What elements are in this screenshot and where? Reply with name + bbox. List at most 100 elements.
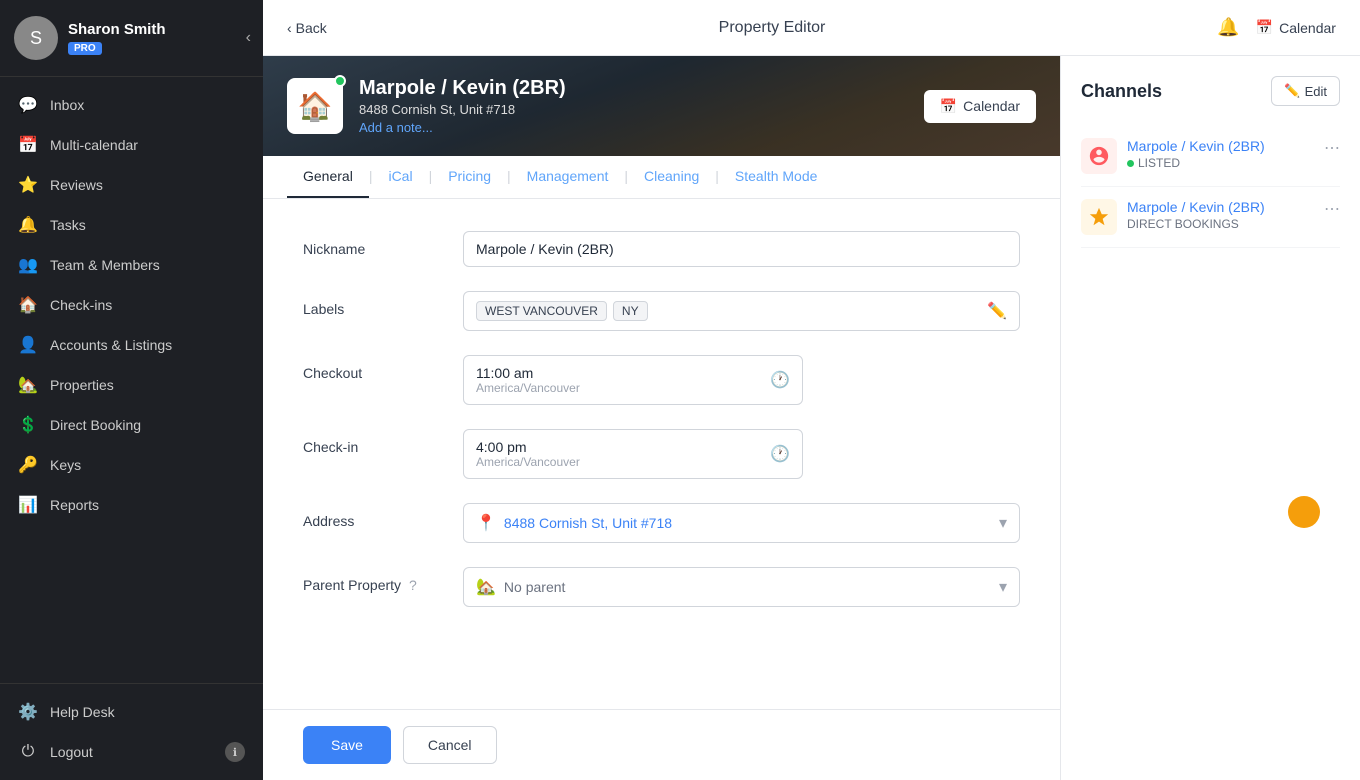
checkin-time: 4:00 pm: [476, 439, 580, 455]
accounts-icon: 👤: [18, 335, 38, 355]
channels-edit-button[interactable]: ✏️ Edit: [1271, 76, 1340, 106]
checkout-time-info: 11:00 am America/Vancouver: [476, 365, 580, 395]
sidebar-item-checkins[interactable]: 🏠 Check-ins: [0, 285, 263, 325]
airbnb-logo: [1081, 138, 1117, 174]
sidebar-item-label: Inbox: [50, 97, 84, 113]
sidebar-item-keys[interactable]: 🔑 Keys: [0, 445, 263, 485]
labels-label: Labels: [303, 291, 463, 317]
sidebar-item-tasks[interactable]: 🔔 Tasks: [0, 205, 263, 245]
logout-icon: ⏻: [18, 743, 38, 761]
property-note-link[interactable]: Add a note...: [359, 120, 908, 135]
parent-property-selector[interactable]: 🏡 No parent ▾: [463, 567, 1020, 607]
channel-item-airbnb: Marpole / Kevin (2BR) LISTED ⋯: [1081, 126, 1340, 187]
direct-status-label: DIRECT BOOKINGS: [1127, 217, 1239, 231]
nickname-input[interactable]: [463, 231, 1020, 267]
calendar-icon: 📅: [940, 98, 957, 115]
channels-empty-area: [1081, 248, 1340, 548]
labels-field: WEST VANCOUVER NY ✏️: [463, 291, 1020, 331]
sidebar-item-team[interactable]: 👥 Team & Members: [0, 245, 263, 285]
form-area: Nickname Labels WEST VANCOUVER NY ✏️: [263, 199, 1060, 709]
sidebar-item-label: Keys: [50, 457, 81, 473]
checkin-time-info: 4:00 pm America/Vancouver: [476, 439, 580, 469]
property-details: Marpole / Kevin (2BR) 8488 Cornish St, U…: [359, 77, 908, 135]
channels-title: Channels: [1081, 81, 1162, 102]
tabs-bar: General | iCal | Pricing | Management | …: [263, 156, 1060, 199]
star-icon: ⭐: [18, 175, 38, 195]
sidebar-item-reports[interactable]: 📊 Reports: [0, 485, 263, 525]
pro-badge: PRO: [68, 42, 102, 55]
parent-property-row: Parent Property ? 🏡 No parent ▾: [303, 567, 1020, 607]
sidebar-item-properties[interactable]: 🏡 Properties: [0, 365, 263, 405]
info-badge: ℹ: [225, 742, 245, 762]
status-dot: [1127, 160, 1134, 167]
checkin-timezone: America/Vancouver: [476, 455, 580, 469]
tab-management[interactable]: Management: [511, 156, 625, 198]
property-status-dot: [334, 75, 346, 87]
labels-edit-icon[interactable]: ✏️: [987, 301, 1007, 321]
sidebar-item-multi-calendar[interactable]: 📅 Multi-calendar: [0, 125, 263, 165]
calendar-icon: 📅: [18, 135, 38, 155]
channel-more-menu-icon[interactable]: ⋯: [1324, 199, 1340, 219]
channel-more-menu-icon[interactable]: ⋯: [1324, 138, 1340, 158]
checkin-field: 4:00 pm America/Vancouver 🕐: [463, 429, 1020, 479]
sidebar-toggle[interactable]: ‹: [246, 29, 251, 47]
topbar-actions: 🔔 📅 Calendar: [1217, 17, 1336, 38]
address-field: 📍 8488 Cornish St, Unit #718 ▾: [463, 503, 1020, 543]
address-value: 8488 Cornish St, Unit #718: [504, 515, 991, 531]
tab-ical[interactable]: iCal: [372, 156, 428, 198]
direct-channel-name[interactable]: Marpole / Kevin (2BR): [1127, 199, 1314, 215]
bell-icon: 🔔: [18, 215, 38, 235]
user-info: Sharon Smith PRO: [68, 21, 166, 56]
properties-icon: 🏡: [18, 375, 38, 395]
nickname-field: [463, 231, 1020, 267]
tab-pricing[interactable]: Pricing: [432, 156, 507, 198]
address-label: Address: [303, 503, 463, 529]
clock-icon: 🕐: [770, 444, 790, 464]
tab-cleaning[interactable]: Cleaning: [628, 156, 715, 198]
label-tag-ny: NY: [613, 301, 648, 321]
tab-general[interactable]: General: [287, 156, 369, 198]
back-chevron-icon: ‹: [287, 20, 292, 36]
parent-property-help-icon[interactable]: ?: [409, 577, 417, 593]
cancel-button[interactable]: Cancel: [403, 726, 497, 764]
avatar: S: [14, 16, 58, 60]
calendar-button[interactable]: 📅 Calendar: [1256, 19, 1336, 36]
sidebar-item-logout[interactable]: ⏻ Logout ℹ: [0, 732, 263, 772]
airbnb-channel-name[interactable]: Marpole / Kevin (2BR): [1127, 138, 1314, 154]
channels-header: Channels ✏️ Edit: [1081, 76, 1340, 106]
checkin-time-selector[interactable]: 4:00 pm America/Vancouver 🕐: [463, 429, 803, 479]
checkout-time-selector[interactable]: 11:00 am America/Vancouver 🕐: [463, 355, 803, 405]
hero-calendar-label: Calendar: [963, 98, 1020, 114]
sidebar-item-help[interactable]: ⚙️ Help Desk: [0, 692, 263, 732]
floating-indicator: [1288, 496, 1320, 528]
checkin-icon: 🏠: [18, 295, 38, 315]
back-button[interactable]: ‹ Back: [287, 20, 327, 36]
property-icon-box: 🏠: [287, 78, 343, 134]
tab-stealth[interactable]: Stealth Mode: [719, 156, 834, 198]
checkin-label: Check-in: [303, 429, 463, 455]
location-pin-icon: 📍: [476, 513, 496, 533]
sidebar-item-label: Multi-calendar: [50, 137, 138, 153]
sidebar-item-accounts[interactable]: 👤 Accounts & Listings: [0, 325, 263, 365]
parent-property-value: No parent: [504, 579, 565, 595]
hero-content: 🏠 Marpole / Kevin (2BR) 8488 Cornish St,…: [287, 77, 1036, 135]
parent-property-field: 🏡 No parent ▾: [463, 567, 1020, 607]
nickname-row: Nickname: [303, 231, 1020, 267]
checkout-label: Checkout: [303, 355, 463, 381]
sidebar-item-label: Direct Booking: [50, 417, 141, 433]
sidebar-item-direct-booking[interactable]: 💲 Direct Booking: [0, 405, 263, 445]
sidebar-item-reviews[interactable]: ⭐ Reviews: [0, 165, 263, 205]
property-editor: 🏠 Marpole / Kevin (2BR) 8488 Cornish St,…: [263, 56, 1060, 780]
reports-icon: 📊: [18, 495, 38, 515]
sidebar-item-label: Help Desk: [50, 704, 115, 720]
labels-container[interactable]: WEST VANCOUVER NY ✏️: [463, 291, 1020, 331]
parent-property-label: Parent Property ?: [303, 567, 463, 593]
page-title: Property Editor: [719, 19, 826, 37]
address-selector[interactable]: 📍 8488 Cornish St, Unit #718 ▾: [463, 503, 1020, 543]
notification-bell-icon[interactable]: 🔔: [1217, 17, 1239, 38]
sidebar-item-inbox[interactable]: 💬 Inbox: [0, 85, 263, 125]
sidebar-item-label: Accounts & Listings: [50, 337, 172, 353]
checkout-timezone: America/Vancouver: [476, 381, 580, 395]
hero-calendar-button[interactable]: 📅 Calendar: [924, 90, 1036, 123]
save-button[interactable]: Save: [303, 726, 391, 764]
